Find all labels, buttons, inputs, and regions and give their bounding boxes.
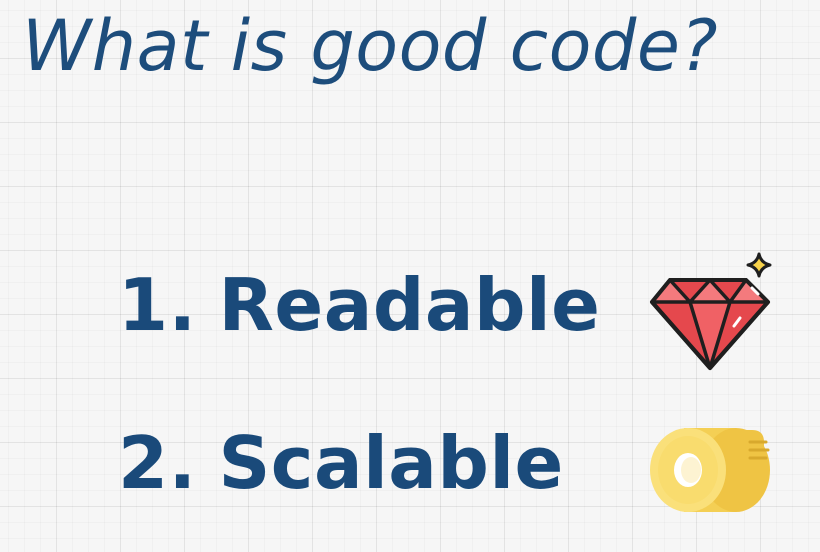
list-label: Scalable [218,421,564,505]
slide: What is good code? 1. Readable 2. Scalable [0,0,820,552]
sparkle-icon [746,252,772,278]
list-number: 1. [118,263,197,347]
slide-title: What is good code? [22,5,719,87]
list-item-readable: 1. Readable [118,263,601,347]
gem-icon [650,252,772,370]
list-item-scalable: 2. Scalable [118,421,564,505]
list-number: 2. [118,421,197,505]
tape-icon [650,428,770,512]
list-label: Readable [218,263,601,347]
